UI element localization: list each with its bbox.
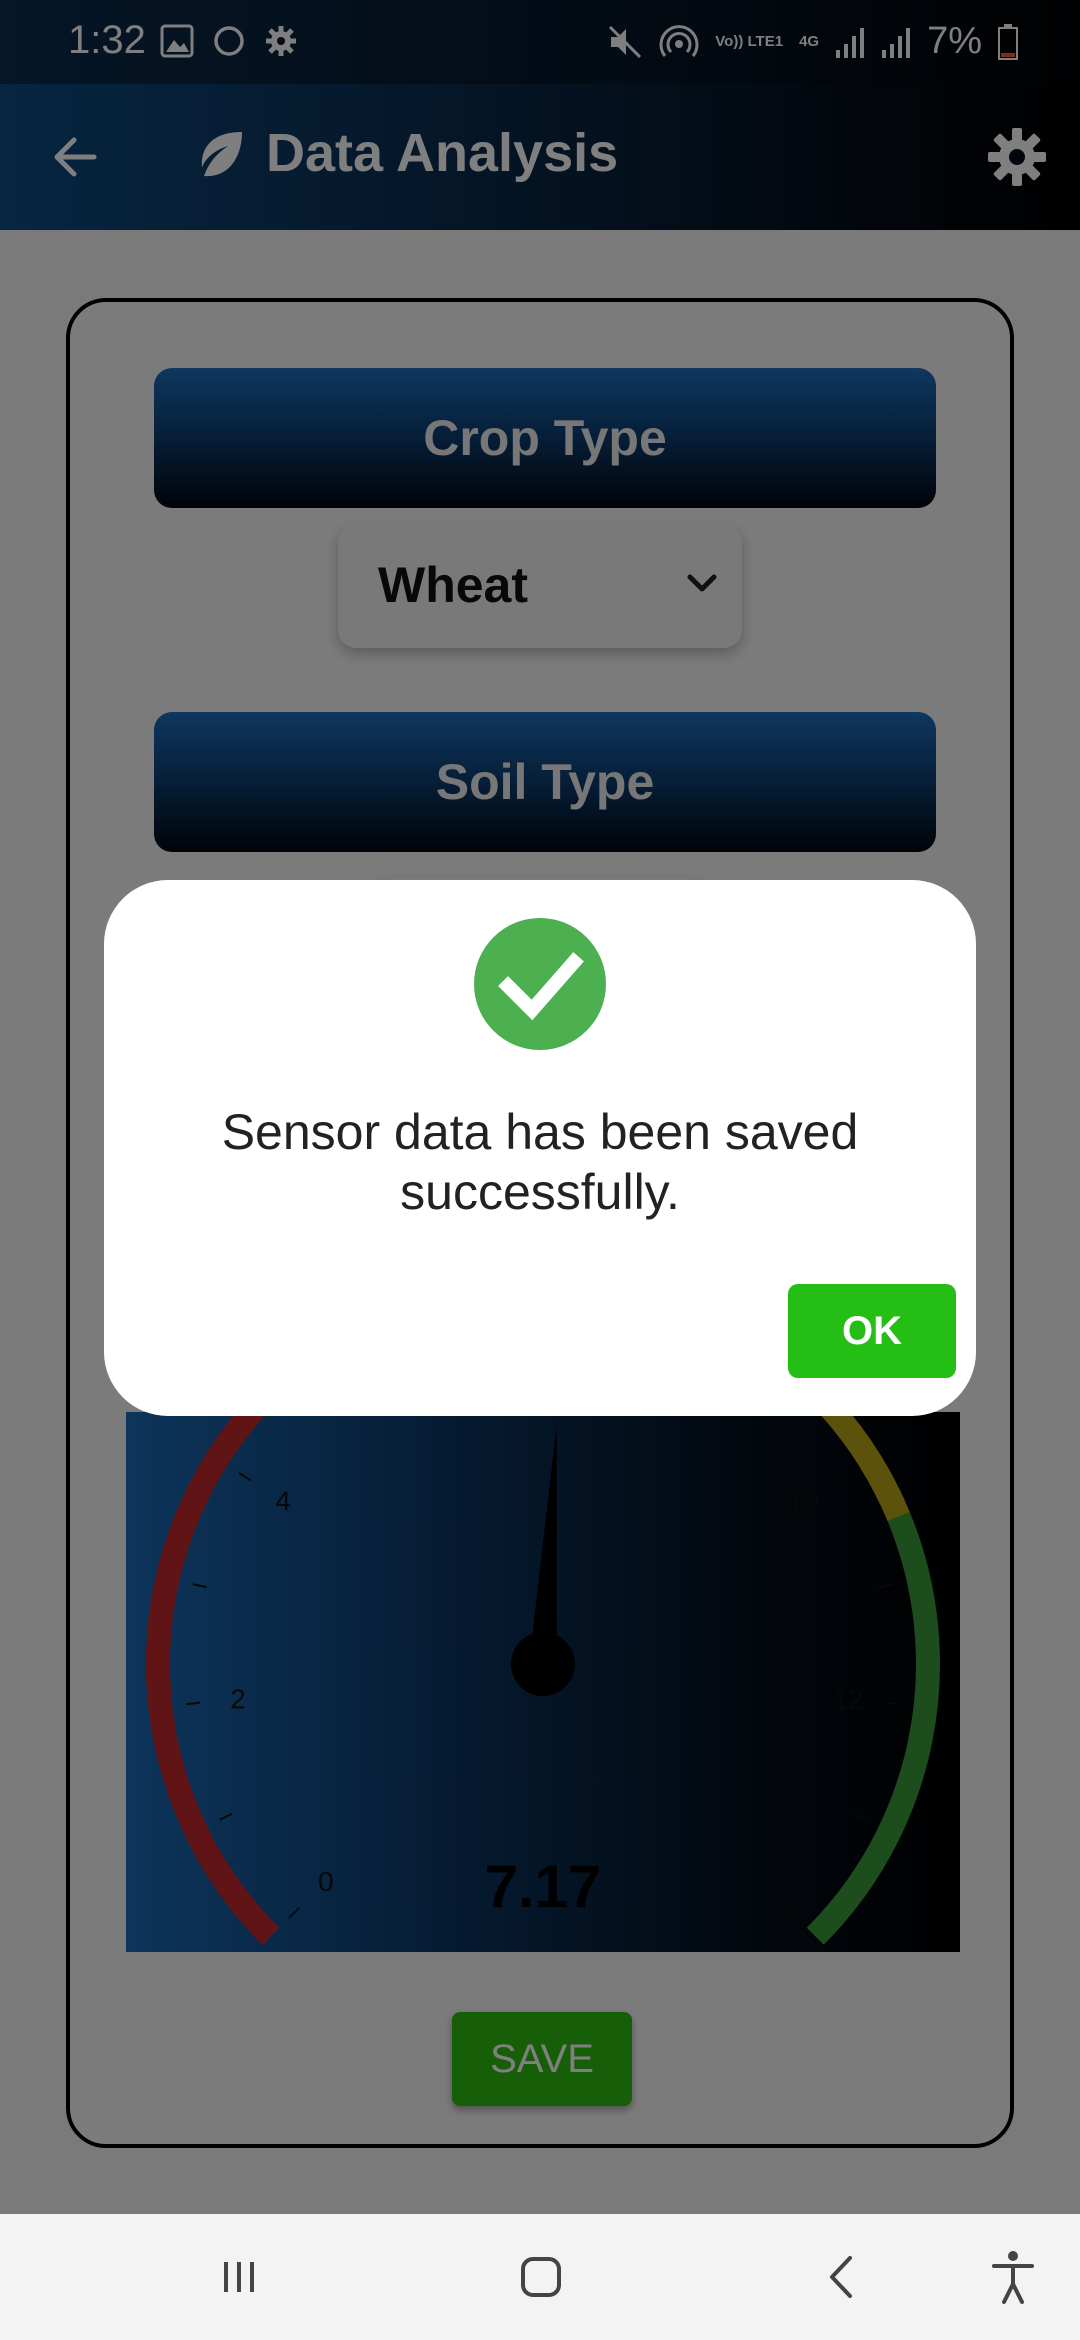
success-circle xyxy=(474,918,606,1050)
accessibility-icon[interactable] xyxy=(978,2242,1048,2312)
ok-button[interactable]: OK xyxy=(788,1284,956,1378)
back-icon[interactable] xyxy=(808,2242,878,2312)
dialog-message: Sensor data has been saved successfully. xyxy=(221,1104,859,1220)
success-dialog: Sensor data has been saved successfully.… xyxy=(104,880,976,1416)
recent-apps-icon[interactable] xyxy=(204,2242,274,2312)
check-icon xyxy=(498,952,584,1021)
home-icon[interactable] xyxy=(506,2242,576,2312)
system-nav-bar xyxy=(0,2214,1080,2340)
